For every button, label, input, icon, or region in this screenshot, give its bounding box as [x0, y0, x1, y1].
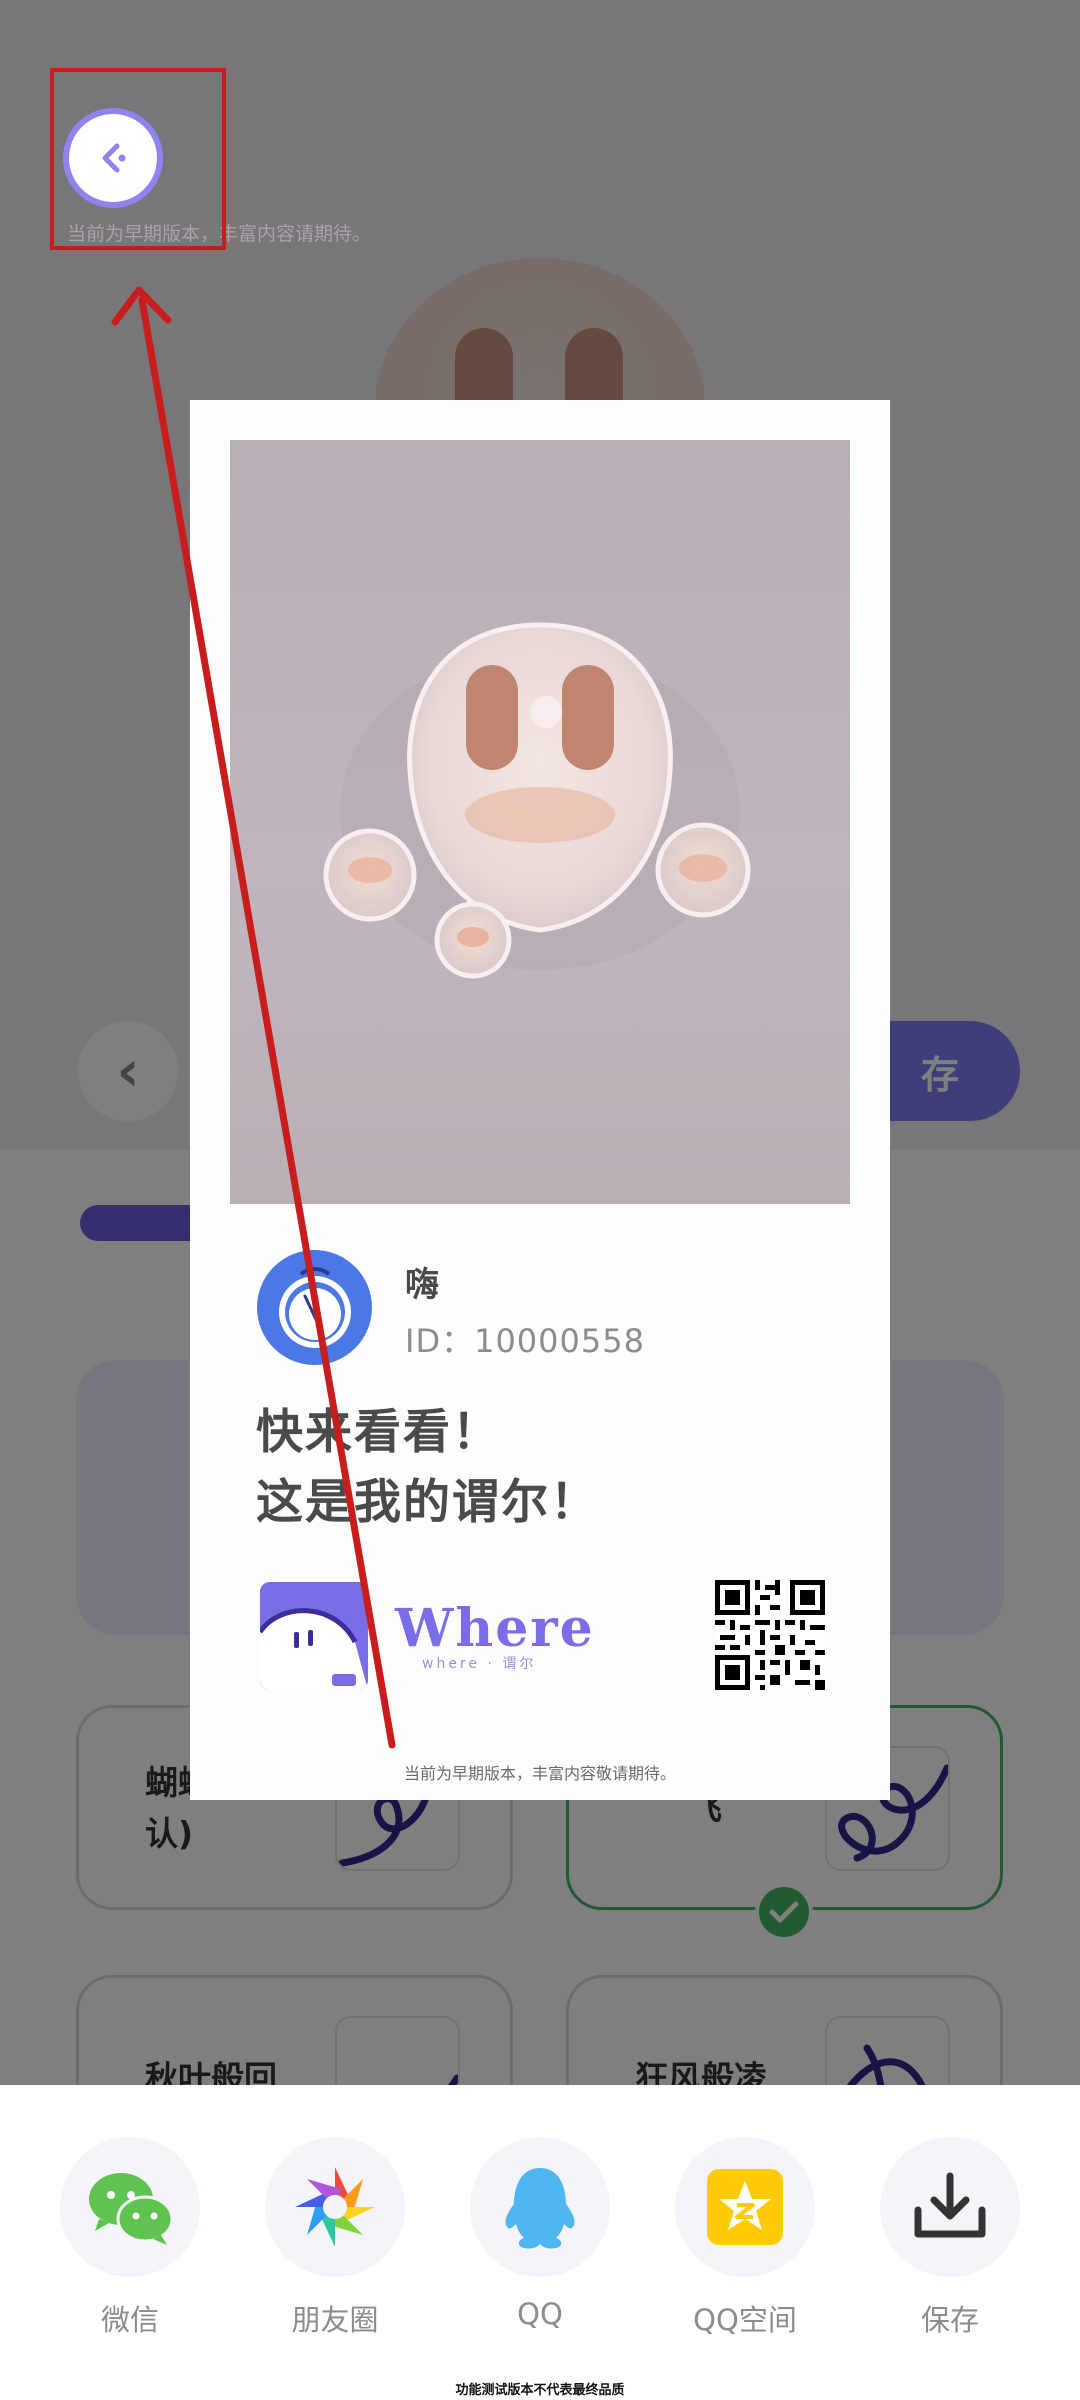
share-label: 保存 [920, 2303, 979, 2337]
share-label: 朋友圈 [291, 2303, 379, 2337]
share-icon-wrap [60, 2137, 200, 2277]
moments-icon [295, 2167, 375, 2247]
share-icon-wrap [880, 2137, 1020, 2277]
download-icon [914, 2172, 986, 2238]
footer-disclaimer: 功能测试版本不代表最终品质 [455, 2383, 625, 2398]
annotation-arrow-icon [111, 286, 396, 1749]
share-icon-wrap [470, 2137, 610, 2277]
qzone-icon [707, 2169, 783, 2245]
share-save-button[interactable]: 保存 [880, 2137, 1020, 2339]
share-qzone-button[interactable]: QQ空间 [675, 2137, 815, 2339]
share-icon-wrap [265, 2137, 405, 2277]
qq-icon [505, 2168, 575, 2249]
share-label: QQ空间 [693, 2303, 797, 2337]
share-wechat-button[interactable]: 微信 [60, 2137, 200, 2339]
share-qq-button[interactable]: QQ [470, 2137, 610, 2331]
share-moments-button[interactable]: 朋友圈 [265, 2137, 405, 2339]
share-icon-wrap [675, 2137, 815, 2277]
wechat-icon [89, 2173, 174, 2245]
share-label: QQ [517, 2297, 563, 2331]
share-sheet: 微信 朋友圈 QQ QQ空间 保存 [0, 2085, 1080, 2400]
share-label: 微信 [100, 2303, 159, 2337]
